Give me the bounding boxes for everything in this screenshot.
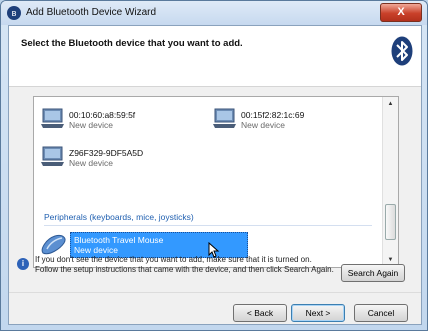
search-again-button[interactable]: Search Again bbox=[341, 264, 405, 282]
device-status: New device bbox=[69, 158, 113, 168]
list-item[interactable]: Z96F329-9DF5A5D New device bbox=[40, 145, 190, 171]
footer-divider bbox=[9, 292, 421, 293]
list-item[interactable]: 00:15f2:82:1c:69 New device bbox=[212, 107, 362, 133]
device-status: New device bbox=[74, 245, 118, 255]
bluetooth-icon bbox=[391, 36, 413, 66]
close-button[interactable]: X bbox=[380, 3, 422, 22]
info-text: If you don't see the device that you wan… bbox=[35, 255, 334, 274]
next-button[interactable]: Next > bbox=[291, 304, 345, 322]
device-name: Bluetooth Travel Mouse bbox=[74, 235, 164, 245]
device-status: New device bbox=[241, 120, 285, 130]
list-item[interactable]: 00:10:60:a8:59:5f New device bbox=[40, 107, 190, 133]
back-button[interactable]: < Back bbox=[233, 304, 287, 322]
wizard-header: Select the Bluetooth device that you wan… bbox=[9, 26, 421, 87]
scrollbar-thumb[interactable] bbox=[385, 204, 396, 240]
computer-icon bbox=[41, 108, 64, 128]
category-heading: Peripherals (keyboards, mice, joysticks) bbox=[44, 212, 194, 222]
computer-icon bbox=[41, 146, 64, 166]
wizard-body: Select the Bluetooth device that you wan… bbox=[8, 25, 422, 325]
scrollbar[interactable]: ▲ ▼ bbox=[382, 97, 398, 267]
scroll-up-icon[interactable]: ▲ bbox=[383, 97, 398, 111]
bluetooth-icon: ʙ bbox=[7, 6, 21, 20]
mouse-icon bbox=[41, 235, 66, 255]
info-icon: i bbox=[17, 258, 29, 270]
device-name: 00:10:60:a8:59:5f bbox=[69, 110, 136, 120]
page-title: Select the Bluetooth device that you wan… bbox=[21, 38, 243, 49]
device-status: New device bbox=[69, 120, 113, 130]
window-title: Add Bluetooth Device Wizard bbox=[26, 7, 157, 18]
cancel-button[interactable]: Cancel bbox=[354, 304, 408, 322]
device-list[interactable]: 00:10:60:a8:59:5f New device 00:15f2:82:… bbox=[33, 96, 399, 268]
device-name: Z96F329-9DF5A5D bbox=[69, 148, 144, 158]
wizard-window: ʙ Add Bluetooth Device Wizard X Select t… bbox=[0, 0, 428, 331]
title-bar[interactable]: ʙ Add Bluetooth Device Wizard X bbox=[1, 1, 427, 25]
category-divider bbox=[44, 225, 372, 226]
device-name: 00:15f2:82:1c:69 bbox=[241, 110, 305, 120]
computer-icon bbox=[213, 108, 236, 128]
